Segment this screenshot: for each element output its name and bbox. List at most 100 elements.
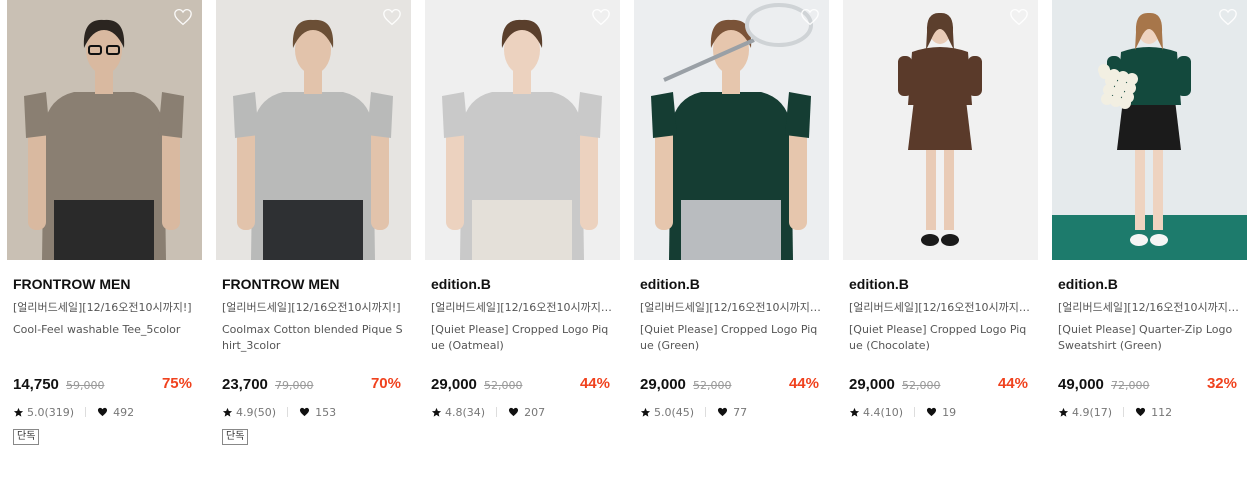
product-name[interactable]: [Quiet Please] Cropped Logo Pique (Oatme… [431,322,614,354]
product-image[interactable] [634,0,829,260]
original-price: 52,000 [901,379,941,392]
wishlist-heart-icon[interactable] [173,8,193,26]
wishlist-heart-icon[interactable] [800,8,820,26]
likes-count: 19 [942,405,957,419]
likes-count: 77 [733,405,748,419]
product-card[interactable]: FRONTROW MEN [얼리버드세일][12/16오전10시까지!] Coo… [7,0,202,445]
original-price: 52,000 [692,379,732,392]
rating-value: 5.0(319) [27,405,75,419]
meta-row: 4.9(50) 153 [222,404,405,420]
sale-price: 29,000 [640,376,686,393]
heart-filled-icon [718,407,728,417]
price-row: 29,000 52,000 44% [431,374,614,394]
divider [914,407,916,417]
divider [1123,407,1125,417]
wishlist-heart-icon[interactable] [591,8,611,26]
likes-count: 153 [315,405,337,419]
promo-text: [얼리버드세일][12/16오전10시까지!] ... [640,301,823,314]
heart-filled-icon [300,407,310,417]
divider [496,407,498,417]
sale-price: 29,000 [849,376,895,393]
product-name[interactable]: [Quiet Please] Quarter-Zip Logo Sweatshi… [1058,322,1241,354]
price-row: 29,000 52,000 44% [640,374,823,394]
product-grid: FRONTROW MEN [얼리버드세일][12/16오전10시까지!] Coo… [0,0,1255,485]
product-photo [425,0,620,260]
original-price: 59,000 [65,379,105,392]
rating-value: 5.0(45) [654,405,695,419]
brand-name[interactable]: edition.B [431,275,614,293]
sale-price: 29,000 [431,376,477,393]
heart-filled-icon [927,407,937,417]
original-price: 72,000 [1110,379,1150,392]
price-row: 29,000 52,000 44% [849,374,1032,394]
star-icon [431,407,442,417]
likes-count: 112 [1151,405,1173,419]
sale-price: 14,750 [13,376,59,393]
product-name[interactable]: Cool-Feel washable Tee_5color [13,322,196,354]
exclusive-badge: 단독 [222,429,249,445]
discount-rate: 44% [788,375,819,392]
wishlist-heart-icon[interactable] [382,8,402,26]
divider [705,407,707,417]
product-image[interactable] [425,0,620,260]
discount-rate: 75% [161,375,192,392]
wishlist-heart-icon[interactable] [1218,8,1238,26]
product-name[interactable]: [Quiet Please] Cropped Logo Pique (Choco… [849,322,1032,354]
sale-price: 49,000 [1058,376,1104,393]
product-photo [843,0,1038,260]
original-price: 79,000 [274,379,314,392]
brand-name[interactable]: edition.B [640,275,823,293]
brand-name[interactable]: FRONTROW MEN [222,275,405,293]
exclusive-badge: 단독 [13,429,40,445]
heart-filled-icon [1136,407,1146,417]
star-icon [849,407,860,417]
product-card[interactable]: edition.B [얼리버드세일][12/16오전10시까지!] ... [Q… [425,0,620,420]
rating-value: 4.9(17) [1072,405,1113,419]
rating-value: 4.4(10) [863,405,904,419]
meta-row: 5.0(319) 492 [13,404,196,420]
product-image[interactable] [1052,0,1247,260]
product-card[interactable]: edition.B [얼리버드세일][12/16오전10시까지!] ... [Q… [1052,0,1247,420]
discount-rate: 32% [1206,375,1237,392]
promo-text: [얼리버드세일][12/16오전10시까지!] ... [431,301,614,314]
product-card[interactable]: edition.B [얼리버드세일][12/16오전10시까지!] ... [Q… [843,0,1038,420]
meta-row: 4.4(10) 19 [849,404,1032,420]
product-photo [1052,0,1247,260]
heart-filled-icon [509,407,519,417]
brand-name[interactable]: FRONTROW MEN [13,275,196,293]
promo-text: [얼리버드세일][12/16오전10시까지!] ... [849,301,1032,314]
product-photo [216,0,411,260]
star-icon [222,407,233,417]
likes-count: 492 [113,405,135,419]
discount-rate: 70% [370,375,401,392]
wishlist-heart-icon[interactable] [1009,8,1029,26]
discount-rate: 44% [579,375,610,392]
promo-text: [얼리버드세일][12/16오전10시까지!] [222,301,401,314]
product-image[interactable] [216,0,411,260]
product-name[interactable]: [Quiet Please] Cropped Logo Pique (Green… [640,322,823,354]
price-row: 14,750 59,000 75% [13,374,196,394]
product-name[interactable]: Coolmax Cotton blended Pique Shirt_3colo… [222,322,405,354]
star-icon [640,407,651,417]
meta-row: 4.9(17) 112 [1058,404,1241,420]
likes-count: 207 [524,405,546,419]
divider [287,407,289,417]
brand-name[interactable]: edition.B [849,275,1032,293]
brand-name[interactable]: edition.B [1058,275,1241,293]
star-icon [1058,407,1069,417]
product-image[interactable] [843,0,1038,260]
price-row: 23,700 79,000 70% [222,374,405,394]
product-image[interactable] [7,0,202,260]
discount-rate: 44% [997,375,1028,392]
rating-value: 4.8(34) [445,405,486,419]
product-card[interactable]: FRONTROW MEN [얼리버드세일][12/16오전10시까지!] Coo… [216,0,411,445]
rating-value: 4.9(50) [236,405,277,419]
sale-price: 23,700 [222,376,268,393]
product-card[interactable]: edition.B [얼리버드세일][12/16오전10시까지!] ... [Q… [634,0,829,420]
promo-text: [얼리버드세일][12/16오전10시까지!] ... [1058,301,1241,314]
star-icon [13,407,24,417]
meta-row: 4.8(34) 207 [431,404,614,420]
heart-filled-icon [98,407,108,417]
meta-row: 5.0(45) 77 [640,404,823,420]
product-photo [7,0,202,260]
